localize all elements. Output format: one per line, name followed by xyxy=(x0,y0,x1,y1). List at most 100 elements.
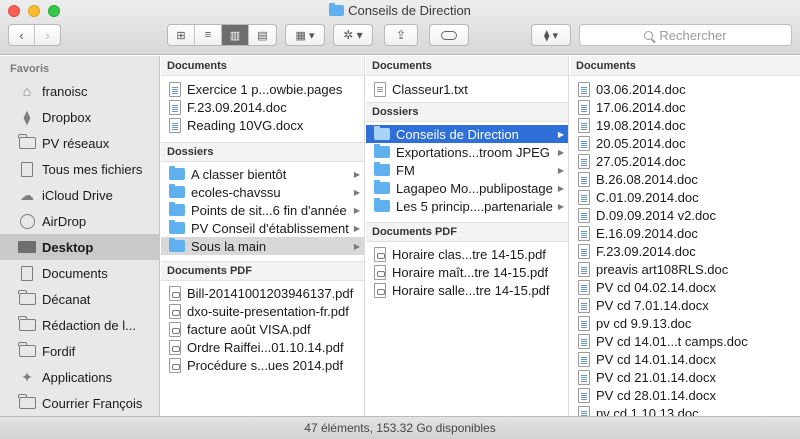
folder-row[interactable]: FM ▶ xyxy=(366,161,568,179)
action-button[interactable]: ✲ ▾ xyxy=(333,24,373,46)
file-row[interactable]: facture août VISA.pdf xyxy=(161,320,364,338)
share-button[interactable]: ⇪ xyxy=(384,24,418,46)
sidebar-item-all-files[interactable]: Tous mes fichiers xyxy=(0,156,160,182)
sidebar-item-courrier[interactable]: Courrier François xyxy=(0,390,160,416)
forward-button[interactable]: › xyxy=(34,25,60,45)
file-row[interactable]: 19.08.2014.doc xyxy=(570,116,800,134)
sidebar-item-redaction[interactable]: Rédaction de l... xyxy=(0,312,160,338)
file-row[interactable]: 27.05.2014.doc xyxy=(570,152,800,170)
all-files-icon xyxy=(17,161,37,177)
folder-icon xyxy=(17,316,37,333)
file-name: PV cd 28.01.14.docx xyxy=(596,387,716,403)
toolbar: Conseils de Direction ‹ › ⊞ ≡ ▥ ▤ ▦ ▾ ✲ … xyxy=(0,0,800,55)
tag-button[interactable] xyxy=(429,24,469,46)
file-row[interactable]: 17.06.2014.doc xyxy=(570,98,800,116)
folder-row[interactable]: ecoles-chavssu ▶ xyxy=(161,183,364,201)
file-name: B.26.08.2014.doc xyxy=(596,171,698,187)
file-row[interactable]: dxo-suite-presentation-fr.pdf xyxy=(161,302,364,320)
file-row[interactable]: Procédure s...ues 2014.pdf xyxy=(161,356,364,374)
sidebar-item-dropbox[interactable]: ⧫ Dropbox xyxy=(0,104,160,130)
sidebar-item-label: franoisc xyxy=(42,83,88,99)
sidebar-item-desktop[interactable]: Desktop xyxy=(0,234,160,260)
file-row[interactable]: D.09.09.2014 v2.doc xyxy=(570,206,800,224)
sidebar-item-documents[interactable]: Documents xyxy=(0,260,160,286)
folder-row[interactable]: Lagapeo Mo...publipostage ▶ xyxy=(366,179,568,197)
file-row[interactable]: Bill-20141001203946137.pdf xyxy=(161,284,364,302)
file-name: Bill-20141001203946137.pdf xyxy=(187,285,354,301)
file-name: 17.06.2014.doc xyxy=(596,99,686,115)
folder-row-selected[interactable]: Conseils de Direction ▶ xyxy=(366,125,568,143)
folder-name: FM xyxy=(396,162,415,178)
search-icon xyxy=(644,30,654,40)
group-header-pdf: Documents PDF xyxy=(161,261,364,281)
file-row[interactable]: preavis art108RLS.doc xyxy=(570,260,800,278)
file-row[interactable]: PV cd 04.02.14.docx xyxy=(570,278,800,296)
airdrop-icon xyxy=(17,213,37,229)
word-document-icon xyxy=(578,207,590,223)
sidebar-item-home[interactable]: ⌂ franoisc xyxy=(0,78,160,104)
folder-icon xyxy=(169,184,185,198)
file-row[interactable]: Horaire salle...tre 14-15.pdf xyxy=(366,281,568,299)
folder-row[interactable]: Les 5 princip....partenariale ▶ xyxy=(366,197,568,215)
back-button[interactable]: ‹ xyxy=(9,25,34,45)
file-row[interactable]: pv cd 9.9.13.doc xyxy=(570,314,800,332)
file-row[interactable]: 03.06.2014.doc xyxy=(570,80,800,98)
sidebar-item-pv-reseaux[interactable]: PV réseaux xyxy=(0,130,160,156)
dropbox-button[interactable]: ⧫ ▾ xyxy=(531,24,571,46)
sidebar-item-airdrop[interactable]: AirDrop xyxy=(0,208,160,234)
file-name: F.23.09.2014.doc xyxy=(596,243,696,259)
list-view-button[interactable]: ≡ xyxy=(195,25,222,45)
word-document-icon xyxy=(578,81,590,97)
file-row[interactable]: B.26.08.2014.doc xyxy=(570,170,800,188)
search-input[interactable]: Rechercher xyxy=(579,24,792,46)
file-row[interactable]: PV cd 14.01...t camps.doc xyxy=(570,332,800,350)
folder-name: Conseils de Direction xyxy=(396,126,519,142)
file-row[interactable]: Classeur1.txt xyxy=(366,80,568,98)
word-document-icon xyxy=(578,135,590,151)
arrange-button[interactable]: ▦ ▾ xyxy=(285,24,325,46)
folder-row[interactable]: Points de sit...6 fin d'année ▶ xyxy=(161,201,364,219)
sidebar-item-fordif[interactable]: Fordif xyxy=(0,338,160,364)
search-placeholder: Rechercher xyxy=(659,27,727,43)
sidebar-item-label: Tous mes fichiers xyxy=(42,161,143,177)
file-row[interactable]: Horaire clas...tre 14-15.pdf xyxy=(366,245,568,263)
file-row[interactable]: E.16.09.2014.doc xyxy=(570,224,800,242)
file-row[interactable]: pv cd 1.10.13.doc xyxy=(570,404,800,416)
pdf-icon xyxy=(374,264,386,280)
file-row[interactable]: Ordre Raiffei...01.10.14.pdf xyxy=(161,338,364,356)
sidebar-item-label: Documents xyxy=(42,265,108,281)
group-header-pdf: Documents PDF xyxy=(366,222,568,242)
folder-icon xyxy=(329,3,345,16)
folder-row[interactable]: PV Conseil d'établissement ▶ xyxy=(161,219,364,237)
sidebar-item-applications[interactable]: ✦ Applications xyxy=(0,364,160,390)
folder-name: Exportations...troom JPEG xyxy=(396,144,550,160)
column-view-button[interactable]: ▥ xyxy=(222,25,249,45)
file-row[interactable]: Reading 10VG.docx xyxy=(161,116,364,134)
coverflow-view-button[interactable]: ▤ xyxy=(249,25,276,45)
column-1: Documents Exercice 1 p...owbie.pages F.2… xyxy=(161,56,365,416)
disclosure-arrow-icon: ▶ xyxy=(353,223,360,233)
file-row[interactable]: PV cd 28.01.14.docx xyxy=(570,386,800,404)
file-row[interactable]: PV cd 21.01.14.docx xyxy=(570,368,800,386)
file-row[interactable]: PV cd 7.01.14.docx xyxy=(570,296,800,314)
file-row[interactable]: PV cd 14.01.14.docx xyxy=(570,350,800,368)
folder-row[interactable]: Exportations...troom JPEG ▶ xyxy=(366,143,568,161)
icon-view-button[interactable]: ⊞ xyxy=(168,25,195,45)
file-row[interactable]: Exercice 1 p...owbie.pages xyxy=(161,80,364,98)
word-document-icon xyxy=(578,369,590,385)
disclosure-arrow-icon: ▶ xyxy=(557,129,564,139)
disclosure-arrow-icon: ▶ xyxy=(557,201,564,211)
file-row[interactable]: C.01.09.2014.doc xyxy=(570,188,800,206)
folder-name: Points de sit...6 fin d'année xyxy=(191,202,347,218)
sidebar-item-icloud[interactable]: ☁ iCloud Drive xyxy=(0,182,160,208)
folder-row-selected[interactable]: Sous la main ▶ xyxy=(161,237,364,255)
file-row[interactable]: 20.05.2014.doc xyxy=(570,134,800,152)
file-row[interactable]: Horaire maît...tre 14-15.pdf xyxy=(366,263,568,281)
file-row[interactable]: F.23.09.2014.doc xyxy=(161,98,364,116)
sidebar-item-decanat[interactable]: Décanat xyxy=(0,286,160,312)
home-icon: ⌂ xyxy=(22,83,32,99)
folder-row[interactable]: A classer bientôt ▶ xyxy=(161,165,364,183)
sidebar-item-label: iCloud Drive xyxy=(42,187,113,203)
file-row[interactable]: F.23.09.2014.doc xyxy=(570,242,800,260)
folder-icon xyxy=(17,134,37,151)
